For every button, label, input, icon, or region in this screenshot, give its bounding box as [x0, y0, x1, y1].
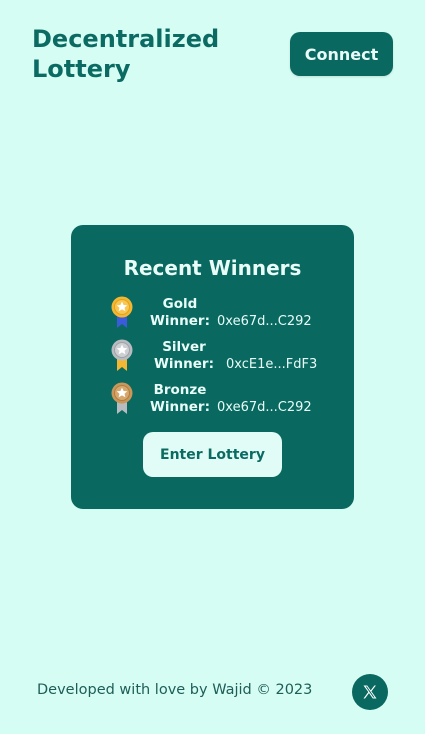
footer-credit: Developed with love by Wajid © 2023: [37, 682, 313, 698]
card-title: Recent Winners: [123, 256, 302, 280]
x-social-link[interactable]: [352, 674, 388, 710]
winner-row-bronze: Bronze Winner: 0xe67d...C292: [107, 382, 337, 418]
winner-rank: Gold: [162, 296, 198, 312]
winner-label-gold: Gold Winner:: [145, 296, 215, 330]
winner-label-silver: Silver Winner:: [149, 339, 219, 373]
bronze-medal-icon: [111, 382, 133, 414]
winner-label-bronze: Bronze Winner:: [145, 382, 215, 416]
winner-row-gold: Gold Winner: 0xe67d...C292: [107, 296, 337, 332]
winner-label-suffix: Winner:: [150, 313, 210, 329]
app-title: Decentralized Lottery: [32, 25, 220, 83]
x-logo-icon: [363, 685, 377, 699]
winner-row-silver: Silver Winner: 0xcE1e...FdF3: [107, 339, 337, 375]
silver-medal-icon: [111, 339, 133, 371]
winner-rank: Silver: [162, 339, 206, 355]
winner-rank: Bronze: [153, 382, 207, 398]
connect-button[interactable]: Connect: [290, 32, 393, 76]
winner-label-suffix: Winner:: [154, 356, 214, 372]
winner-address-bronze: 0xe67d...C292: [217, 400, 312, 415]
winner-address-silver: 0xcE1e...FdF3: [226, 357, 318, 372]
gold-medal-icon: [111, 296, 133, 328]
enter-lottery-button[interactable]: Enter Lottery: [143, 432, 282, 477]
winner-address-gold: 0xe67d...C292: [217, 314, 312, 329]
recent-winners-card: Recent Winners Gold Winner: 0xe67d...C29…: [71, 225, 354, 509]
winner-label-suffix: Winner:: [150, 399, 210, 415]
